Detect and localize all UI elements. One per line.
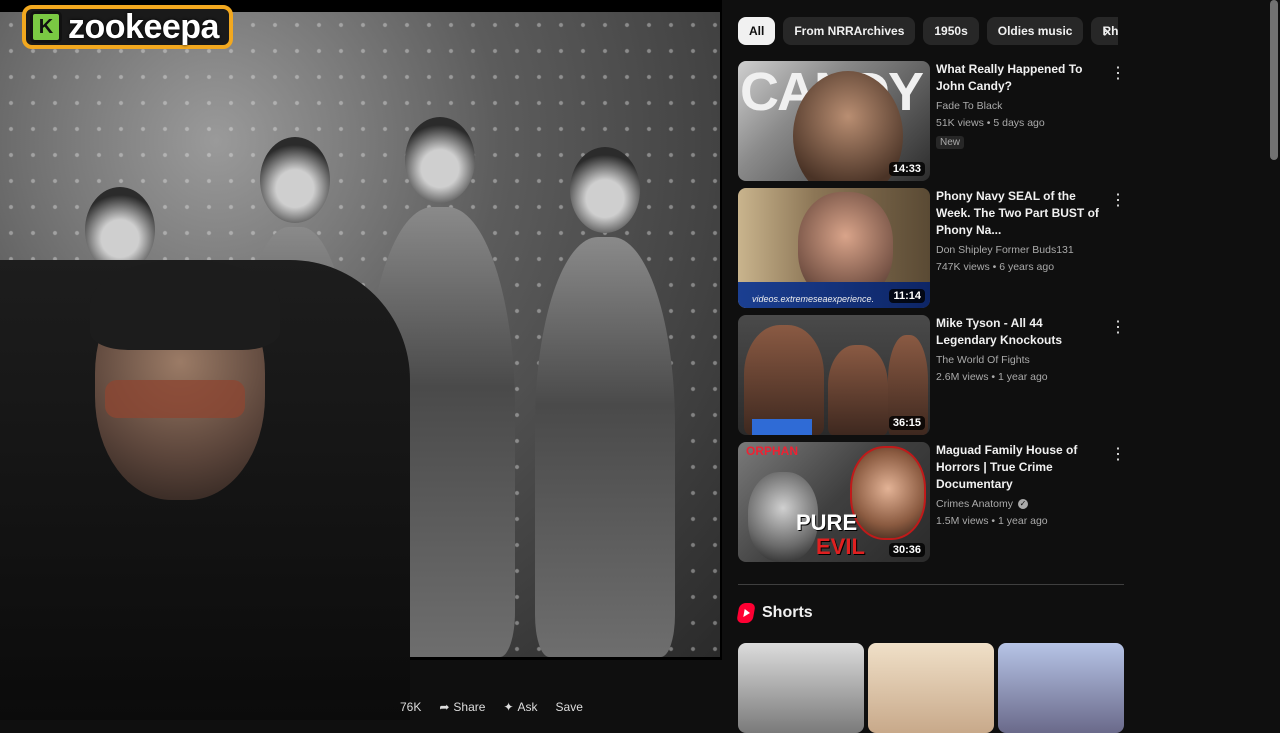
recommendation-item[interactable]: 36:15 Mike Tyson - All 44 Legendary Knoc…	[738, 315, 1128, 435]
thumbnail-text: PURE	[796, 510, 858, 535]
recommendation-item[interactable]: CANDY 14:33 What Really Happened To John…	[738, 61, 1128, 181]
logo-text: zookeepa	[68, 7, 219, 46]
video-stats: 1.5M views • 1 year ago	[936, 515, 1048, 527]
thumbnail-text: videos.extremeseaexperience.	[752, 294, 875, 304]
video-info: Mike Tyson - All 44 Legendary Knockouts …	[936, 315, 1106, 386]
page-scrollbar[interactable]	[1270, 0, 1278, 160]
logo-k-icon: K	[30, 11, 62, 43]
more-vert-icon[interactable]: ⋮	[1110, 446, 1126, 464]
duration-badge: 14:33	[888, 162, 925, 176]
webcam-overlay	[0, 260, 410, 720]
video-info: Maguad Family House of Horrors | True Cr…	[936, 442, 1106, 530]
duration-badge: 30:36	[888, 543, 925, 557]
channel-name[interactable]: Crimes Anatomy	[936, 498, 1013, 510]
share-label: Share	[453, 700, 486, 714]
channel-name[interactable]: The World Of Fights	[936, 352, 1106, 369]
thumbnail-text: EVIL	[816, 534, 865, 559]
sparkle-icon: ✦	[503, 700, 514, 714]
share-button[interactable]: ➦ Share	[439, 700, 485, 714]
more-vert-icon[interactable]: ⋮	[1110, 319, 1126, 337]
ask-label: Ask	[517, 700, 538, 714]
streamer-hair	[90, 260, 280, 350]
duration-badge: 11:14	[889, 289, 925, 303]
video-actions: 76K ➦ Share ✦ Ask Save	[400, 700, 583, 714]
video-thumbnail[interactable]: videos.extremeseaexperience. 11:14	[738, 188, 930, 308]
duration-badge: 36:15	[888, 416, 925, 430]
shorts-header: Shorts	[736, 603, 813, 623]
sunglasses	[105, 380, 245, 418]
thumbnail-person	[850, 446, 926, 540]
channel-name[interactable]: Don Shipley Former Buds131	[936, 242, 1106, 259]
video-thumbnail[interactable]: CANDY 14:33	[738, 61, 930, 181]
channel-logo-overlay: K zookeepa	[22, 5, 233, 49]
chip-all[interactable]: All	[738, 17, 776, 45]
save-button[interactable]: Save	[556, 700, 583, 714]
chip-from-channel[interactable]: From NRRArchives	[783, 17, 916, 45]
video-stats: 747K views • 6 years ago	[936, 261, 1055, 273]
section-divider	[738, 584, 1124, 585]
chip-1950s[interactable]: 1950s	[923, 17, 979, 45]
like-count[interactable]: 76K	[400, 700, 421, 714]
video-title[interactable]: What Really Happened To John Candy?	[936, 61, 1106, 95]
recommendation-item[interactable]: videos.extremeseaexperience. 11:14 Phony…	[738, 188, 1128, 308]
channel-row: Crimes Anatomy ✓	[936, 496, 1106, 513]
recommendation-item[interactable]: ORPHAN PURE EVIL 30:36 Maguad Family Hou…	[738, 442, 1128, 562]
video-thumbnail[interactable]: 36:15	[738, 315, 930, 435]
verified-icon: ✓	[1017, 499, 1028, 510]
channel-name[interactable]: Fade To Black	[936, 98, 1106, 115]
share-icon: ➦	[439, 700, 450, 714]
shorts-icon	[736, 603, 756, 623]
video-stats: 51K views • 5 days ago	[936, 117, 1045, 129]
new-badge: New	[936, 136, 965, 149]
thumbnail-text: ORPHAN	[746, 444, 799, 458]
thumbnail-shorts	[752, 419, 812, 435]
video-title[interactable]: Maguad Family House of Horrors | True Cr…	[936, 442, 1106, 493]
video-title[interactable]: Phony Navy SEAL of the Week. The Two Par…	[936, 188, 1106, 239]
video-info: Phony Navy SEAL of the Week. The Two Par…	[936, 188, 1106, 276]
singer-figure	[535, 147, 675, 657]
ask-button[interactable]: ✦ Ask	[503, 700, 537, 714]
chip-oldies-music[interactable]: Oldies music	[986, 17, 1084, 45]
thumbnail-boxer	[828, 345, 888, 435]
more-vert-icon[interactable]: ⋮	[1110, 192, 1126, 210]
shorts-title: Shorts	[762, 604, 813, 621]
chevron-right-icon[interactable]: ›	[1094, 17, 1118, 45]
video-title[interactable]: Mike Tyson - All 44 Legendary Knockouts	[936, 315, 1106, 349]
video-thumbnail[interactable]: ORPHAN PURE EVIL 30:36	[738, 442, 930, 562]
video-stats: 2.6M views • 1 year ago	[936, 371, 1048, 383]
video-info: What Really Happened To John Candy? Fade…	[936, 61, 1106, 150]
more-vert-icon[interactable]: ⋮	[1110, 65, 1126, 83]
filter-chips: All From NRRArchives 1950s Oldies music …	[738, 17, 1118, 45]
